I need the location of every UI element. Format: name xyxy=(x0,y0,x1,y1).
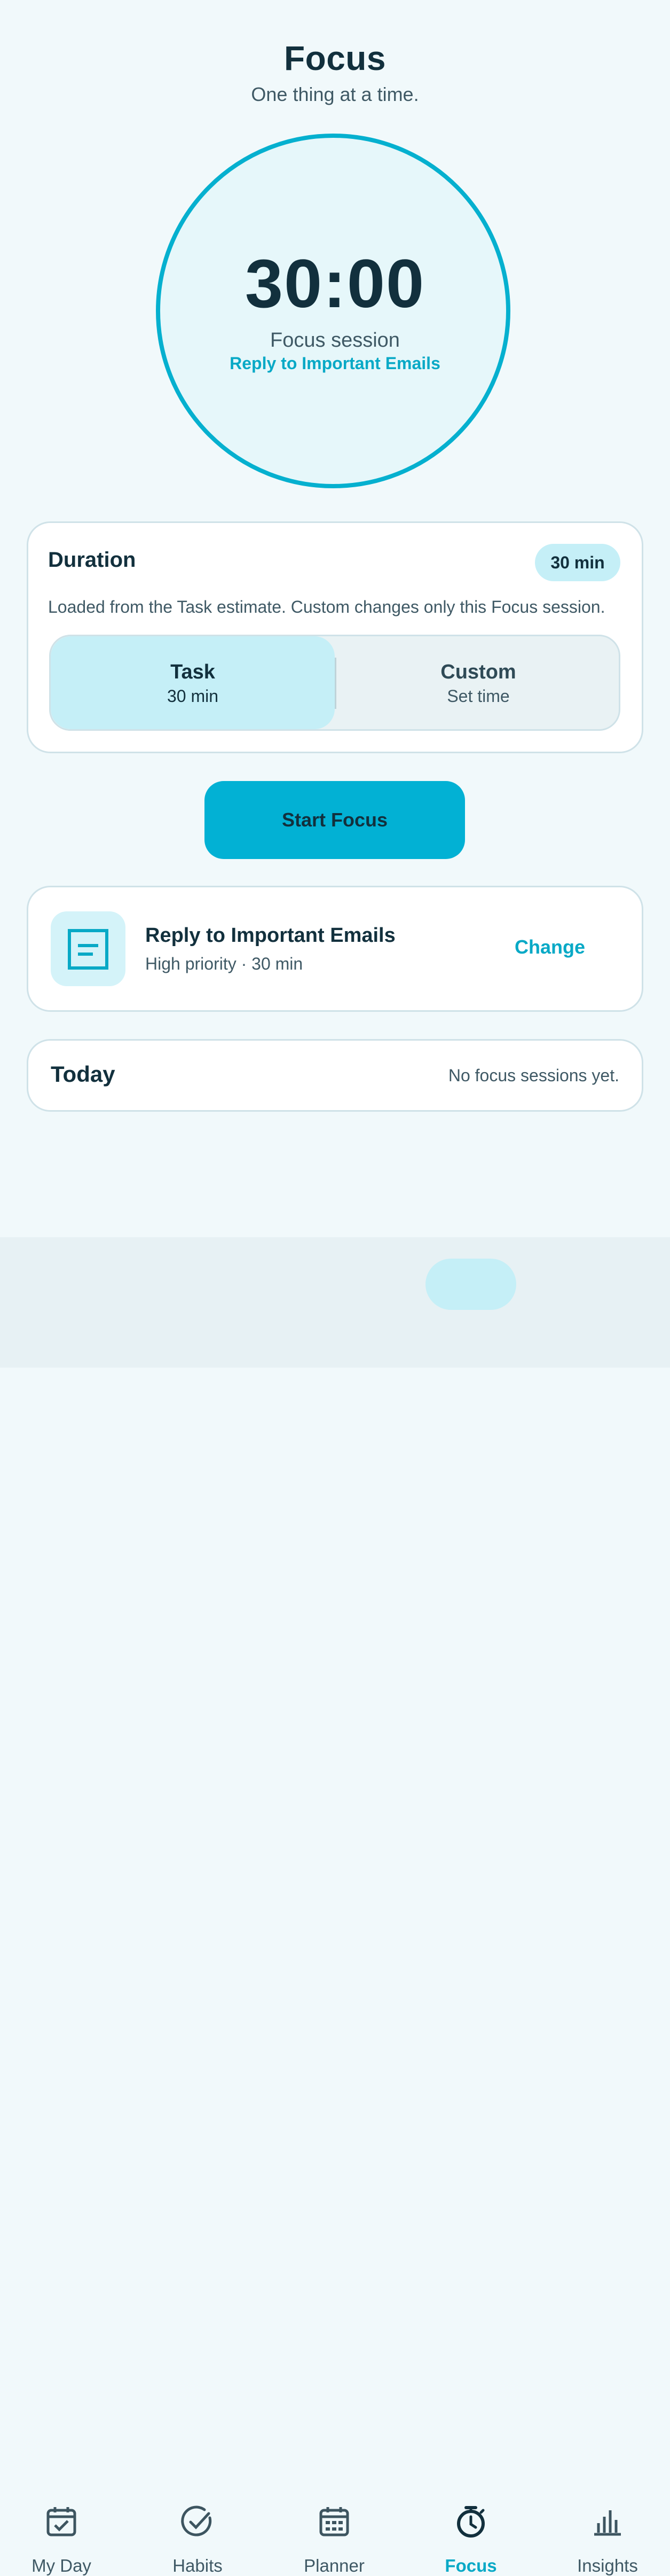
duration-description: Loaded from the Task estimate. Custom ch… xyxy=(48,597,605,616)
segment-task-label: Task xyxy=(170,661,215,683)
segment-task-sub: 30 min xyxy=(167,686,219,706)
page-title: Focus xyxy=(284,39,386,77)
timer-countdown: 30:00 xyxy=(245,246,425,322)
duration-badge: 30 min xyxy=(535,544,620,581)
check-circle-icon xyxy=(181,2505,214,2541)
calendar-grid-icon xyxy=(318,2505,351,2541)
segment-task-option[interactable]: Task 30 min xyxy=(51,636,335,729)
timer-task-name: Reply to Important Emails xyxy=(230,354,440,373)
duration-segmented-control: Task 30 min Custom Set time xyxy=(49,635,620,731)
nav-label-focus: Focus xyxy=(445,2556,497,2575)
nav-label-planner: Planner xyxy=(304,2556,365,2575)
segment-custom-option[interactable]: Custom Set time xyxy=(336,636,619,729)
timer-session-label: Focus session xyxy=(270,329,400,352)
nav-item-insights[interactable]: Insights xyxy=(554,1237,661,2575)
task-title: Reply to Important Emails xyxy=(145,924,396,947)
nav-item-my-day[interactable]: My Day xyxy=(8,1237,115,2575)
today-title: Today xyxy=(51,1061,115,1087)
change-task-button[interactable]: Change xyxy=(515,936,585,958)
document-icon xyxy=(67,928,109,973)
nav-label-my-day: My Day xyxy=(31,2556,91,2575)
stopwatch-icon xyxy=(454,2505,487,2541)
nav-label-habits: Habits xyxy=(172,2556,223,2575)
bar-chart-icon xyxy=(591,2505,624,2541)
nav-item-focus[interactable]: Focus xyxy=(417,1237,524,2575)
nav-label-insights: Insights xyxy=(577,2556,638,2575)
task-meta: High priority · 30 min xyxy=(145,954,303,973)
segment-custom-sub: Set time xyxy=(447,686,510,706)
duration-title: Duration xyxy=(48,548,136,572)
today-empty-state: No focus sessions yet. xyxy=(448,1066,619,1085)
segment-custom-label: Custom xyxy=(440,661,516,683)
nav-item-habits[interactable]: Habits xyxy=(144,1237,251,2575)
nav-item-planner[interactable]: Planner xyxy=(281,1237,388,2575)
calendar-check-icon xyxy=(45,2505,78,2541)
start-focus-button[interactable]: Start Focus xyxy=(204,781,465,859)
page-subtitle: One thing at a time. xyxy=(251,83,419,105)
